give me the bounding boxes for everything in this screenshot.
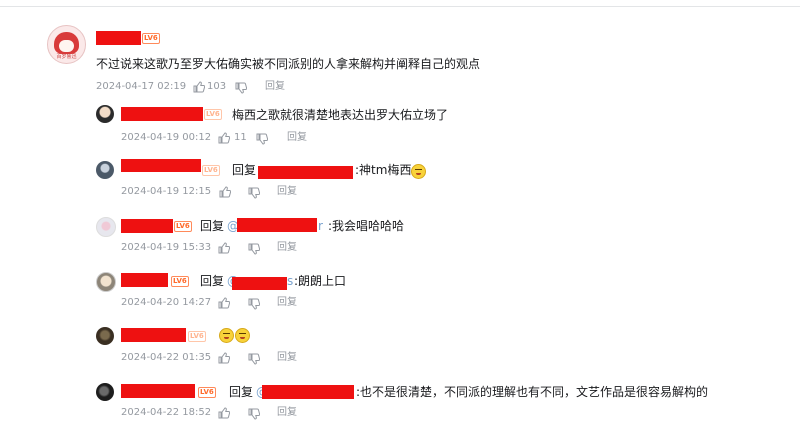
thumbs-down-icon[interactable]: [248, 353, 260, 365]
thumbs-up-icon[interactable]: [193, 81, 205, 93]
reply-label: 回复: [200, 274, 225, 288]
thumbs-up-icon[interactable]: [218, 297, 230, 309]
redacted-mention[interactable]: [237, 218, 317, 232]
reply-timestamp: 2024-04-19 12:15: [121, 186, 212, 197]
redacted-mention[interactable]: [258, 166, 353, 179]
thumbs-up-icon[interactable]: [218, 352, 230, 364]
reply-label: 回复: [232, 163, 257, 177]
avatar-caption: 百岁鲁迅: [56, 54, 77, 60]
reply-button[interactable]: 回复: [265, 80, 285, 94]
reply-text: :我会唱哈哈哈: [328, 219, 405, 233]
level-badge: LV6: [202, 165, 220, 176]
reply-avatar[interactable]: [96, 217, 116, 237]
redacted-username[interactable]: [121, 107, 203, 121]
thumbs-up-icon[interactable]: [219, 186, 231, 198]
reply-label: 回复: [200, 219, 225, 233]
mention-tail[interactable]: s: [287, 273, 293, 289]
redacted-username[interactable]: [121, 219, 173, 233]
reply-button[interactable]: 回复: [277, 241, 297, 255]
reply-timestamp: 2024-04-19 00:12: [121, 132, 212, 143]
redacted-username[interactable]: [121, 159, 201, 172]
reply-avatar[interactable]: [96, 105, 114, 123]
level-badge: LV6: [204, 109, 222, 120]
root-timestamp: 2024-04-17 02:19: [96, 81, 187, 92]
reply-button[interactable]: 回复: [277, 185, 297, 199]
reply-button[interactable]: 回复: [287, 131, 307, 145]
reply-avatar[interactable]: [96, 383, 114, 401]
avatar-face: [59, 40, 74, 52]
thumbs-down-icon[interactable]: [248, 187, 260, 199]
reply-text: 梅西之歌就很清楚地表达出罗大佑立场了: [232, 108, 449, 122]
reply-avatar[interactable]: [96, 272, 116, 292]
level-badge: LV6: [174, 221, 192, 232]
redacted-username[interactable]: [121, 384, 195, 398]
thumbs-up-icon[interactable]: [218, 242, 230, 254]
reply-timestamp: 2024-04-22 01:35: [121, 352, 212, 363]
redacted-username[interactable]: [121, 328, 186, 342]
reply-text: :朗朗上口: [294, 274, 347, 288]
reply-avatar[interactable]: [96, 161, 114, 179]
reply-timestamp: 2024-04-19 15:33: [121, 242, 212, 253]
mention-tail[interactable]: r: [318, 218, 323, 234]
level-badge: LV6: [171, 276, 189, 287]
reply-timestamp: 2024-04-22 18:52: [121, 407, 212, 418]
level-badge: LV6: [142, 33, 160, 44]
laughing-emoji-icon: [411, 164, 426, 179]
reply-avatar[interactable]: [96, 327, 114, 345]
reply-label: 回复: [229, 385, 254, 399]
top-divider: [0, 6, 800, 7]
like-count: 11: [234, 132, 247, 143]
reply-button[interactable]: 回复: [277, 406, 297, 420]
laughing-emoji-icon: [235, 328, 250, 343]
thumbs-down-icon[interactable]: [235, 82, 247, 94]
thumbs-down-icon[interactable]: [248, 243, 260, 255]
reply-button[interactable]: 回复: [277, 351, 297, 365]
redacted-mention[interactable]: [232, 277, 287, 290]
root-avatar[interactable]: 百岁鲁迅: [47, 25, 86, 64]
reply-button[interactable]: 回复: [277, 296, 297, 310]
redacted-mention[interactable]: [262, 385, 354, 399]
thumbs-down-icon[interactable]: [248, 408, 260, 420]
level-badge: LV6: [198, 387, 216, 398]
root-comment-text: 不过说来这歌乃至罗大佑确实被不同派别的人拿来解构并阐释自己的观点: [96, 57, 481, 71]
reply-text: :也不是很清楚，不同派的理解也有不同，文艺作品是很容易解构的: [356, 385, 709, 399]
thumbs-down-icon[interactable]: [256, 133, 268, 145]
redacted-username[interactable]: [121, 273, 168, 287]
thumbs-down-icon[interactable]: [248, 298, 260, 310]
thumbs-up-icon[interactable]: [218, 132, 230, 144]
laughing-emoji-icon: [219, 328, 234, 343]
level-badge: LV6: [188, 331, 206, 342]
reply-timestamp: 2024-04-20 14:27: [121, 297, 212, 308]
thumbs-up-icon[interactable]: [218, 407, 230, 419]
like-count: 103: [207, 81, 227, 92]
redacted-username[interactable]: [96, 31, 141, 45]
reply-text: :神tm梅西: [355, 163, 412, 177]
